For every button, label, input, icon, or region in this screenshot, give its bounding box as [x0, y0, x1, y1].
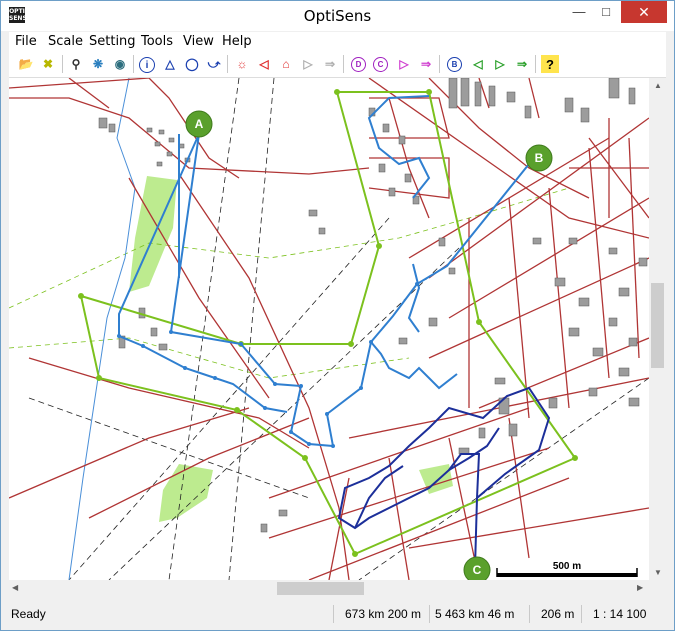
menu-scale[interactable]: Scale	[48, 34, 83, 49]
marker-a[interactable]: A	[185, 110, 213, 138]
scale-bar: 500 m	[496, 561, 638, 577]
map-canvas[interactable]: 500 m A B C	[9, 78, 649, 580]
c-circle-icon[interactable]: C	[373, 57, 388, 72]
boot-icon[interactable]: ⌂	[277, 55, 295, 73]
menu-file[interactable]: File	[15, 34, 37, 49]
play-green-icon[interactable]: ▷	[491, 55, 509, 73]
marker-b[interactable]: B	[525, 144, 553, 172]
river	[68, 78, 136, 580]
scroll-down-icon[interactable]: ▼	[654, 568, 662, 577]
menu-setting[interactable]: Setting	[89, 34, 136, 49]
marker-c-label: C	[473, 563, 482, 577]
triangle-icon[interactable]: △	[161, 55, 179, 73]
play-grey-icon[interactable]: ▷	[299, 55, 317, 73]
flag-red-icon[interactable]: ◁	[255, 55, 273, 73]
menu-help[interactable]: Help	[222, 34, 252, 49]
route-icon[interactable]: ⤻	[205, 55, 223, 73]
d-circle-icon[interactable]: D	[351, 57, 366, 72]
b-circle-icon[interactable]: B	[447, 57, 462, 72]
sun-icon[interactable]: ☼	[233, 55, 251, 73]
flag-green-icon[interactable]: ◁	[469, 55, 487, 73]
app-window: OPTI SENS OptiSens — □ ✕ File Scale Setti…	[0, 0, 675, 631]
scroll-right-icon[interactable]: ▶	[637, 583, 643, 592]
scroll-left-icon[interactable]: ◀	[12, 583, 18, 592]
open-folder-icon[interactable]: 📂	[17, 55, 35, 73]
green-areas	[129, 176, 453, 522]
globe-icon[interactable]: ◉	[111, 55, 129, 73]
play-pink-icon[interactable]: ▷	[395, 55, 413, 73]
minimize-button[interactable]: —	[566, 1, 592, 23]
status-x-coordinate: 673 km 200 m	[345, 607, 422, 621]
maximize-button[interactable]: □	[593, 1, 619, 23]
horizontal-scroll-thumb[interactable]	[277, 582, 364, 595]
help-icon[interactable]: ?	[541, 55, 559, 73]
horizontal-scrollbar[interactable]: ◀ ▶	[9, 580, 649, 597]
status-bar: Ready 673 km 200 m 5 463 km 46 m 206 m 1…	[9, 603, 666, 625]
scale-label: 500 m	[553, 561, 581, 572]
status-y-coordinate: 5 463 km 46 m	[435, 607, 515, 621]
menu-view[interactable]: View	[183, 34, 214, 49]
forward-grey-icon[interactable]: ⇒	[321, 55, 339, 73]
marker-b-label: B	[535, 151, 544, 165]
scroll-up-icon[interactable]: ▲	[654, 81, 662, 90]
forward-pink-icon[interactable]: ⇒	[417, 55, 435, 73]
marker-c[interactable]: C	[463, 556, 491, 580]
marker-a-label: A	[195, 117, 204, 131]
vertical-scroll-thumb[interactable]	[651, 283, 664, 368]
toolbar: 📂 ✖ ⚲ ❋ ◉ i △ ◯ ⤻ ☼ ◁ ⌂ ▷ ⇒ D C ▷ ⇒ B ◁ …	[9, 52, 666, 78]
map-svg[interactable]: 500 m A B C	[9, 78, 649, 580]
close-x-icon[interactable]: ✖	[39, 55, 57, 73]
zoom-icon[interactable]: ⚲	[67, 55, 85, 73]
info-icon[interactable]: i	[139, 57, 155, 73]
vertical-scrollbar[interactable]: ▲ ▼	[649, 78, 666, 580]
scatter-icon[interactable]: ❋	[89, 55, 107, 73]
title-bar: OPTI SENS OptiSens — □ ✕	[1, 1, 674, 31]
menu-tools[interactable]: Tools	[141, 34, 173, 49]
circle-icon[interactable]: ◯	[183, 55, 201, 73]
buildings	[98, 78, 648, 533]
status-scale: 1 : 14 100	[593, 607, 647, 621]
status-state: Ready	[11, 607, 46, 621]
forward-green-icon[interactable]: ⇒	[513, 55, 531, 73]
status-distance: 206 m	[541, 607, 575, 621]
menu-bar: File Scale Setting Tools View Help	[9, 32, 666, 52]
close-button[interactable]: ✕	[621, 1, 667, 23]
